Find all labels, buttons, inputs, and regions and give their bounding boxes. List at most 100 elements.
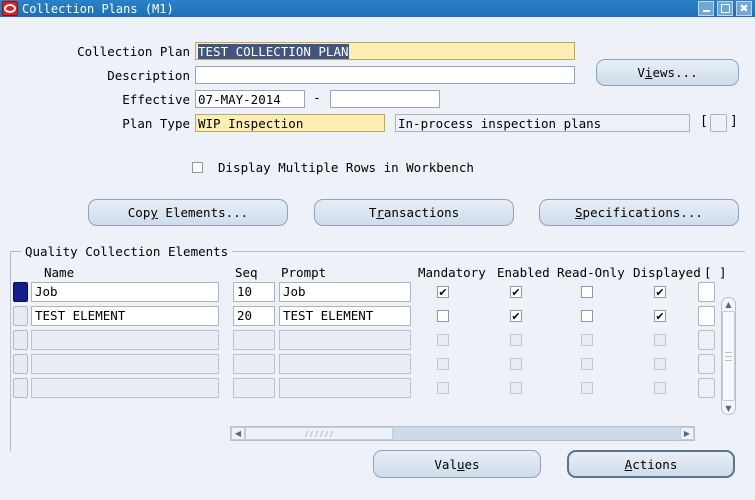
check-icon: ✔ [438,287,447,298]
column-header-enabled: Enabled [497,265,550,280]
check-icon: ✔ [655,311,664,322]
cell-displayed-checkbox [654,358,666,370]
cell-readonly-checkbox [581,382,593,394]
cell-name[interactable] [31,330,219,350]
cell-readonly-checkbox[interactable] [581,310,593,322]
scroll-down-arrow-icon[interactable]: ▼ [722,402,735,414]
specifications-button-label: Specifications... [575,205,703,220]
cell-enabled-checkbox [510,358,522,370]
minimize-button[interactable] [698,1,714,16]
window-titlebar: Collection Plans (M1) ✖ [0,0,755,17]
values-button[interactable]: Values [373,450,541,478]
close-button[interactable]: ✖ [736,1,752,16]
quality-collection-elements-title: Quality Collection Elements [21,244,232,259]
transactions-button-label: Transactions [369,205,459,220]
cell-name[interactable] [31,378,219,398]
check-icon: ✔ [511,311,520,322]
cell-flexfield-box [698,354,715,374]
quality-collection-elements-group: Quality Collection Elements [10,251,745,451]
cell-enabled-checkbox[interactable]: ✔ [510,286,522,298]
copy-elements-button[interactable]: Copy Elements... [88,199,288,226]
cell-flexfield-box[interactable] [698,282,715,302]
cell-mandatory-checkbox [437,334,449,346]
cell-prompt[interactable]: TEST ELEMENT [279,306,411,326]
plan-type-input[interactable]: WIP Inspection [195,114,385,132]
maximize-button[interactable] [717,1,733,16]
plan-type-flex-open-bracket: [ [700,114,708,129]
cell-prompt[interactable]: Job [279,282,411,302]
plan-type-label: Plan Type [122,116,190,131]
cell-enabled-checkbox [510,334,522,346]
description-label-wrap: Description [70,68,190,83]
oracle-oval-icon [2,1,18,16]
actions-button[interactable]: Actions [567,450,735,478]
cell-flexfield-box[interactable] [698,306,715,326]
cell-flexfield-box [698,330,715,350]
copy-elements-button-label: Copy Elements... [128,205,248,220]
row-selector[interactable] [13,378,28,398]
cell-name[interactable]: Job [31,282,219,302]
effective-from-input[interactable]: 07-MAY-2014 [195,90,305,108]
scroll-right-arrow-icon[interactable]: ▶ [680,427,694,440]
window-controls: ✖ [698,1,752,16]
check-icon: ✔ [655,287,664,298]
description-input[interactable] [195,66,575,84]
cell-readonly-checkbox [581,358,593,370]
row-selector[interactable] [13,354,28,374]
plan-type-flexfield-box[interactable] [710,114,727,132]
cell-mandatory-checkbox [437,382,449,394]
cell-displayed-checkbox [654,334,666,346]
effective-to-input[interactable] [330,90,440,108]
horizontal-scroll-thumb[interactable] [245,427,393,440]
display-multiple-rows-checkbox[interactable] [192,162,203,173]
cell-seq[interactable] [233,330,275,350]
cell-mandatory-checkbox[interactable] [437,310,449,322]
scroll-grip-icon [306,431,332,437]
scroll-left-arrow-icon[interactable]: ◀ [231,427,245,440]
vertical-scroll-thumb[interactable] [722,311,735,401]
cell-displayed-checkbox [654,382,666,394]
elements-horizontal-scrollbar[interactable]: ◀ ▶ [230,426,695,441]
effective-label-wrap: Effective [70,92,190,107]
cell-readonly-checkbox [581,334,593,346]
row-selector[interactable] [13,330,28,350]
plan-type-label-wrap: Plan Type [70,116,190,131]
row-selector[interactable] [13,282,28,302]
column-header-readonly: Read-Only [557,265,625,280]
transactions-button[interactable]: Transactions [314,199,514,226]
cell-seq[interactable]: 10 [233,282,275,302]
cell-mandatory-checkbox[interactable]: ✔ [437,286,449,298]
cell-displayed-checkbox[interactable]: ✔ [654,310,666,322]
cell-name[interactable] [31,354,219,374]
cell-seq[interactable] [233,378,275,398]
display-multiple-rows-label: Display Multiple Rows in Workbench [218,160,474,175]
cell-seq[interactable] [233,354,275,374]
check-icon: ✔ [511,287,520,298]
specifications-button[interactable]: Specifications... [539,199,739,226]
values-button-label: Values [434,457,479,472]
effective-label: Effective [122,92,190,107]
collection-plan-input[interactable]: TEST COLLECTION PLAN [195,42,575,60]
row-selector[interactable] [13,306,28,326]
collection-plan-label: Collection Plan [77,44,190,59]
cell-prompt[interactable] [279,330,411,350]
effective-separator: - [313,91,321,106]
cell-prompt[interactable] [279,354,411,374]
close-icon: ✖ [739,3,748,14]
cell-seq[interactable]: 20 [233,306,275,326]
cell-enabled-checkbox [510,382,522,394]
cell-displayed-checkbox[interactable]: ✔ [654,286,666,298]
column-header-mandatory: Mandatory [418,265,486,280]
cell-readonly-checkbox[interactable] [581,286,593,298]
cell-enabled-checkbox[interactable]: ✔ [510,310,522,322]
scroll-up-arrow-icon[interactable]: ▲ [722,298,735,310]
column-header-name: Name [44,265,74,280]
column-header-seq: Seq [235,265,258,280]
cell-name[interactable]: TEST ELEMENT [31,306,219,326]
cell-prompt[interactable] [279,378,411,398]
elements-vertical-scrollbar[interactable]: ▲ ▼ [721,297,736,415]
scroll-grip-icon [725,352,732,361]
column-header-prompt: Prompt [281,265,326,280]
window-title: Collection Plans (M1) [22,2,174,16]
views-button[interactable]: Views... [596,59,739,86]
